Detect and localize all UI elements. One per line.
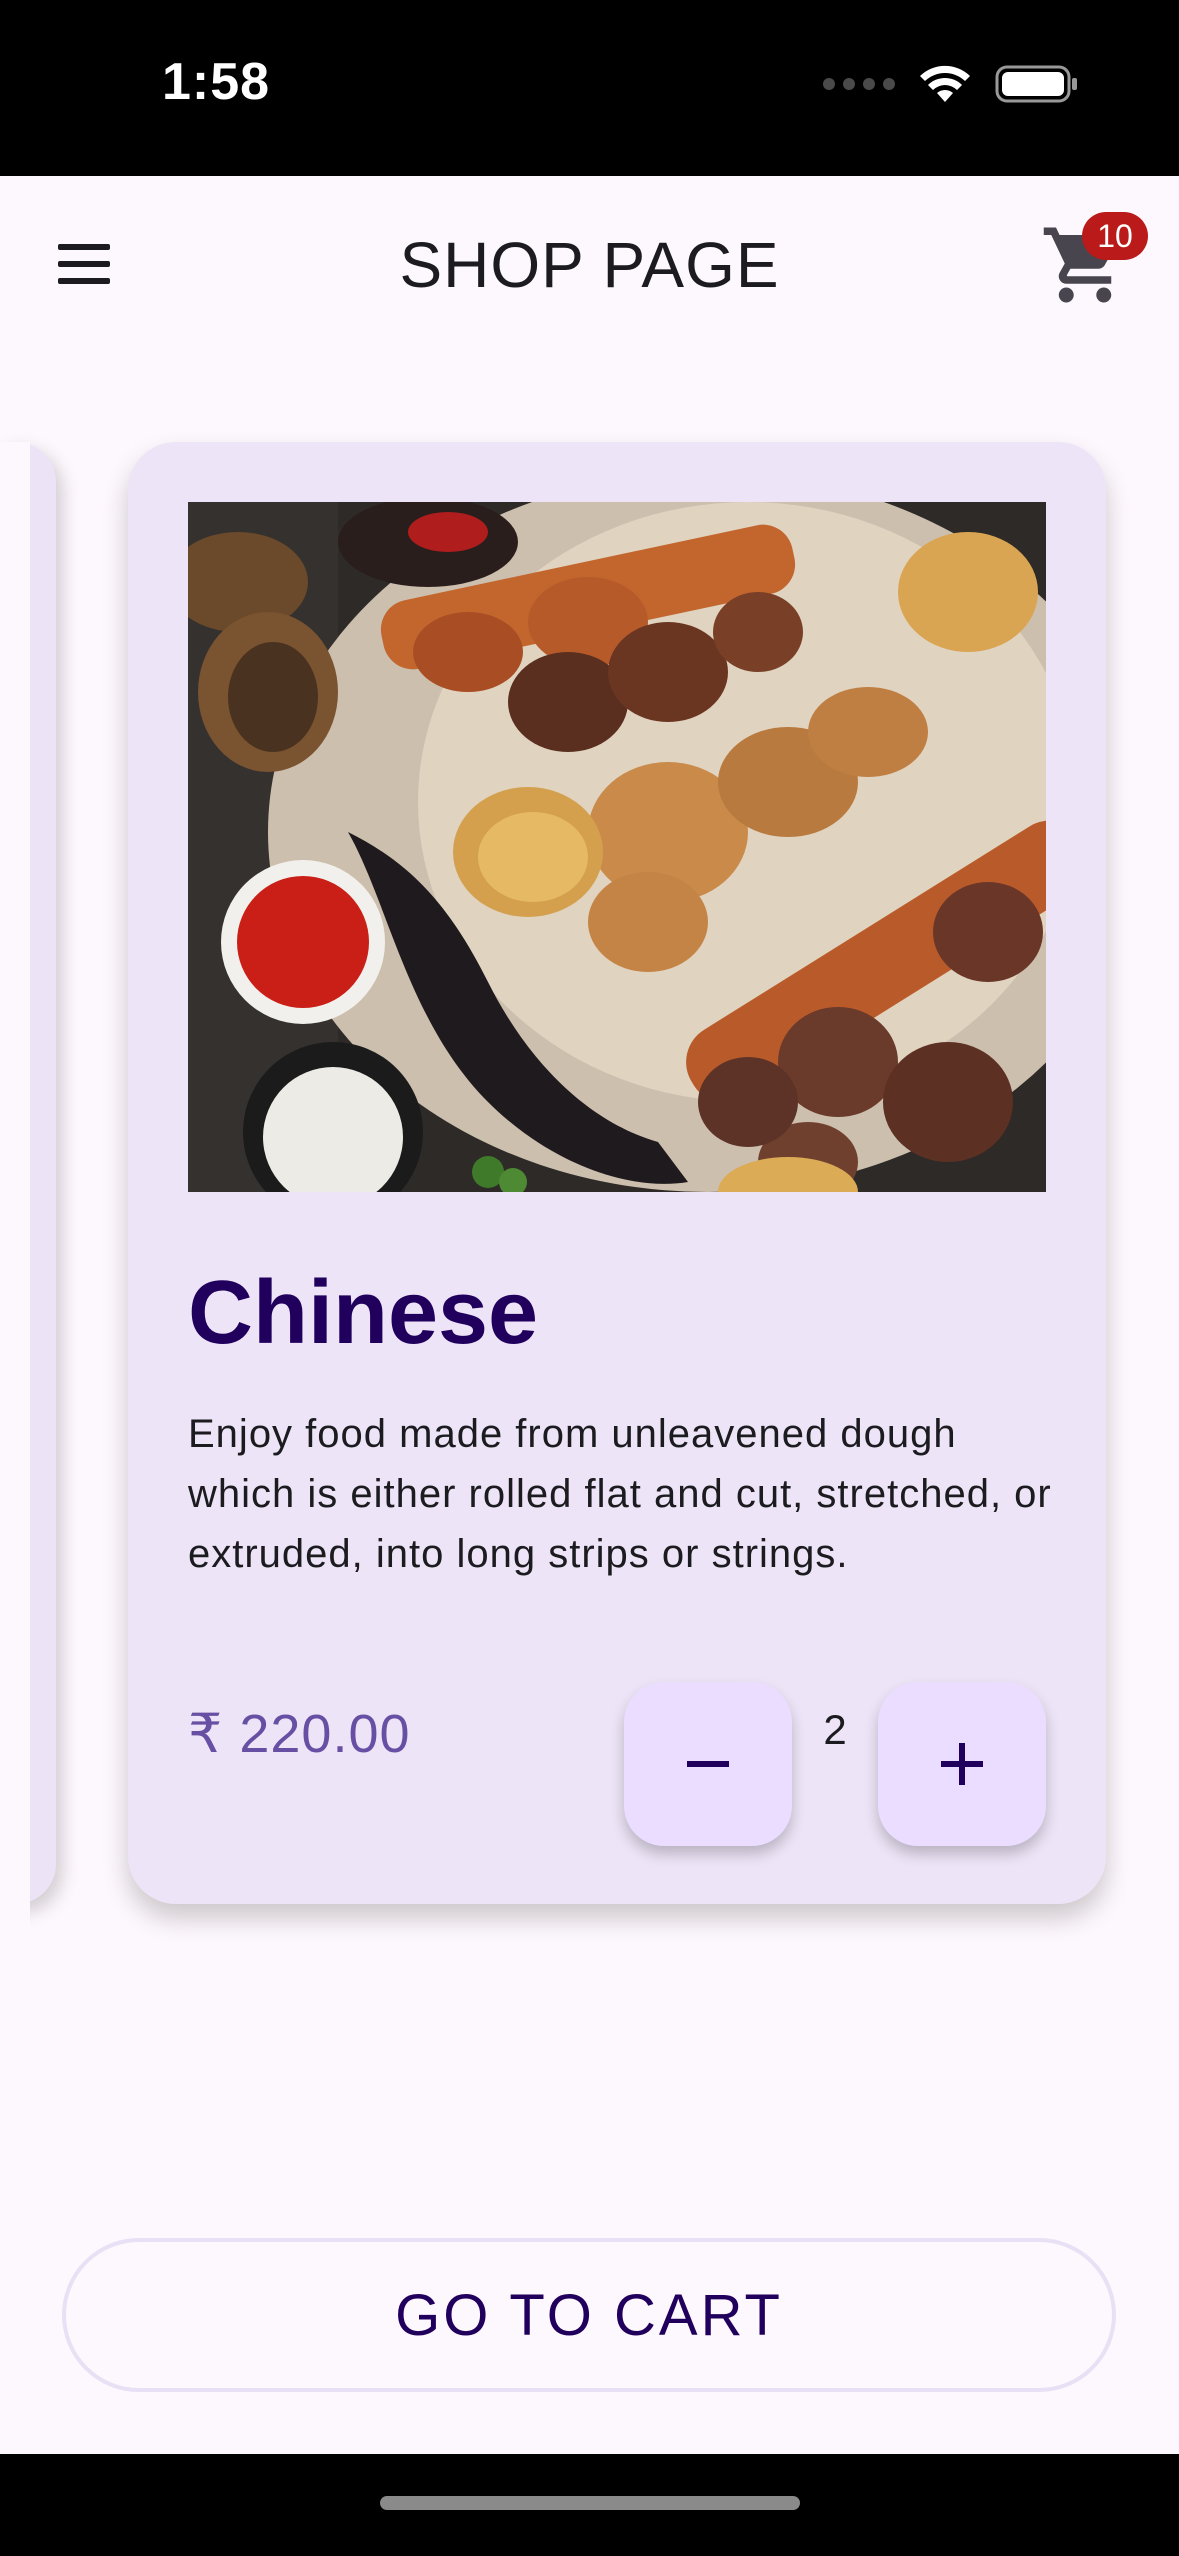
product-card[interactable]: Chinese Enjoy food made from unleavened … [128, 442, 1106, 1904]
app-bar: SHOP PAGE 10 [0, 176, 1179, 346]
status-bar: 1:58 [0, 0, 1179, 176]
product-description: Enjoy food made from unleavened dough wh… [188, 1412, 1052, 1576]
page-title: SHOP PAGE [399, 229, 780, 301]
decrease-quantity-button[interactable] [624, 1682, 792, 1846]
status-icons [823, 64, 1079, 104]
plus-icon [941, 1743, 983, 1785]
minus-icon [687, 1761, 729, 1767]
product-name: Chinese [188, 1263, 539, 1363]
increase-quantity-button[interactable] [878, 1682, 1046, 1846]
product-price: ₹ 220.00 [188, 1704, 411, 1764]
go-to-cart-button[interactable]: GO TO CART [62, 2238, 1116, 2392]
wifi-icon [920, 65, 970, 102]
signal-icon [823, 78, 895, 90]
home-indicator[interactable] [380, 2496, 800, 2510]
product-image [188, 502, 1046, 1192]
cart-badge: 10 [1082, 212, 1148, 260]
carousel-edge [0, 442, 30, 1942]
status-time: 1:58 [162, 53, 271, 111]
quantity-value: 2 [823, 1706, 847, 1753]
battery-icon [995, 65, 1077, 103]
app-screen: SHOP PAGE 10 Chinese Enjoy food made fro… [0, 176, 1179, 2454]
